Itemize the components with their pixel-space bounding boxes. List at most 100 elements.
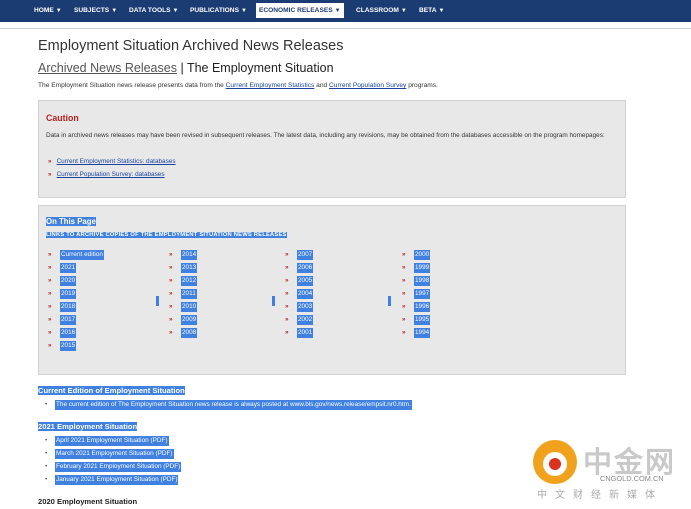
nav-subjects[interactable]: SUBJECTS ▼ [71,3,120,18]
year-link[interactable]: 2003 [297,302,314,312]
year-link[interactable]: 2016 [60,328,77,338]
caution-link-item: » Current Population Survey: databases [48,171,165,178]
cps-databases-link[interactable]: Current Population Survey: databases [57,171,165,178]
year-link[interactable]: 2001 [297,328,314,338]
caution-title: Caution [46,113,79,123]
double-chevron-icon: » [48,171,52,178]
breadcrumb: Archived News Releases | The Employment … [38,61,334,75]
year-link[interactable]: 2018 [60,302,77,312]
watermark-domain: CNGOLD.COM.CN [600,474,664,483]
year-link[interactable]: 2008 [181,328,198,338]
chevron-down-icon: ▼ [240,8,247,14]
double-chevron-icon: » [285,303,289,310]
double-chevron-icon: » [169,277,173,284]
double-chevron-icon: » [402,264,406,271]
cps-program-link[interactable]: Current Population Survey [329,82,406,89]
year-link[interactable]: 2014 [181,250,198,260]
double-chevron-icon: » [285,316,289,323]
double-chevron-icon: » [285,251,289,258]
column-selection-gap [156,296,159,306]
year-link[interactable]: 2010 [181,302,198,312]
caution-link-item: » Current Employment Statistics: database… [48,158,176,165]
current-edition-text[interactable]: The current edition of The Employment Si… [55,400,412,410]
nav-beta[interactable]: BETA ▼ [416,3,447,18]
double-chevron-icon: » [169,290,173,297]
year-link[interactable]: 2011 [181,289,197,299]
breadcrumb-current: The Employment Situation [186,61,334,75]
year-link[interactable]: 1994 [414,328,431,338]
caution-text: Data in archived news releases may have … [46,132,605,139]
double-chevron-icon: » [285,329,289,336]
double-chevron-icon: » [402,251,406,258]
year-link[interactable]: 2007 [297,250,314,260]
release-link[interactable]: January 2021 Employment Situation (PDF) [55,475,179,485]
header-divider [0,28,691,29]
double-chevron-icon: » [285,264,289,271]
double-chevron-icon: » [402,290,406,297]
nav-data-tools[interactable]: DATA TOOLS ▼ [126,3,181,18]
double-chevron-icon: » [169,251,173,258]
watermark-slogan: 中文财经新媒体 [537,490,663,501]
coin-logo-icon [533,440,577,484]
year-link[interactable]: 2015 [60,341,77,351]
year-link[interactable]: 2002 [297,315,314,325]
on-this-page-title: On This Page [46,217,96,226]
column-selection-gap [388,296,391,306]
year-link[interactable]: 1997 [414,289,431,299]
double-chevron-icon: » [169,303,173,310]
nav-publications[interactable]: PUBLICATIONS ▼ [187,3,250,18]
on-this-page-panel: On This Page LINKS TO ARCHIVE COPIES OF … [38,205,626,375]
year-link[interactable]: 2009 [181,315,198,325]
double-chevron-icon: » [169,329,173,336]
nav-economic-releases[interactable]: ECONOMIC RELEASES ▼ [256,3,344,18]
nav-classroom[interactable]: CLASSROOM ▼ [353,3,410,18]
year-link[interactable]: 2019 [60,289,77,299]
double-chevron-icon: » [48,277,52,284]
year-link[interactable]: 2012 [181,276,198,286]
intro-text-start: The Employment Situation news release pr… [38,82,226,89]
double-chevron-icon: » [402,316,406,323]
nav-home-label: HOME [34,7,54,14]
year-link[interactable]: 2013 [181,263,198,273]
year-link[interactable]: 2021 [60,263,77,273]
double-chevron-icon: » [402,303,406,310]
ces-databases-link[interactable]: Current Employment Statistics: databases [57,158,176,165]
bullet-icon: • [45,476,48,483]
nav-economic-releases-label: ECONOMIC RELEASES [259,7,333,14]
chevron-down-icon: ▼ [172,8,179,14]
chevron-down-icon: ▼ [55,8,62,14]
nav-data-tools-label: DATA TOOLS [129,7,171,14]
year-link[interactable]: 2000 [414,250,431,260]
nav-home[interactable]: HOME ▼ [31,3,65,18]
year-link[interactable]: 1996 [414,302,431,312]
caution-panel: Caution Data in archived news releases m… [38,100,626,198]
year-link[interactable]: 1999 [414,263,431,273]
top-navigation-bar: HOME ▼ SUBJECTS ▼ DATA TOOLS ▼ PUBLICATIONS… [0,0,691,22]
release-link[interactable]: March 2021 Employment Situation (PDF) [55,449,174,459]
nav-publications-label: PUBLICATIONS [190,7,239,14]
year-link[interactable]: 2020 [60,276,77,286]
chevron-down-icon: ▼ [438,8,445,14]
bullet-icon: • [45,437,48,444]
double-chevron-icon: » [48,342,52,349]
year-link[interactable]: Current edition [60,250,104,260]
breadcrumb-archived-link[interactable]: Archived News Releases [38,61,177,75]
year-link[interactable]: 2005 [297,276,314,286]
breadcrumb-separator: | [180,61,184,75]
year-link[interactable]: 1998 [414,276,431,286]
ces-program-link[interactable]: Current Employment Statistics [226,82,315,89]
watermark: 中金网 CNGOLD.COM.CN 中文财经新媒体 [533,437,683,501]
heading-2020: 2020 Employment Situation [38,497,138,506]
double-chevron-icon: » [48,264,52,271]
release-link[interactable]: February 2021 Employment Situation (PDF) [55,462,182,472]
bullet-icon: • [45,450,48,457]
year-link[interactable]: 1995 [414,315,431,325]
release-link[interactable]: April 2021 Employment Situation (PDF) [55,436,169,446]
double-chevron-icon: » [48,158,52,165]
year-link[interactable]: 2004 [297,289,314,299]
intro-text-end: programs. [406,82,438,89]
double-chevron-icon: » [48,329,52,336]
double-chevron-icon: » [48,251,52,258]
year-link[interactable]: 2006 [297,263,314,273]
year-link[interactable]: 2017 [60,315,77,325]
